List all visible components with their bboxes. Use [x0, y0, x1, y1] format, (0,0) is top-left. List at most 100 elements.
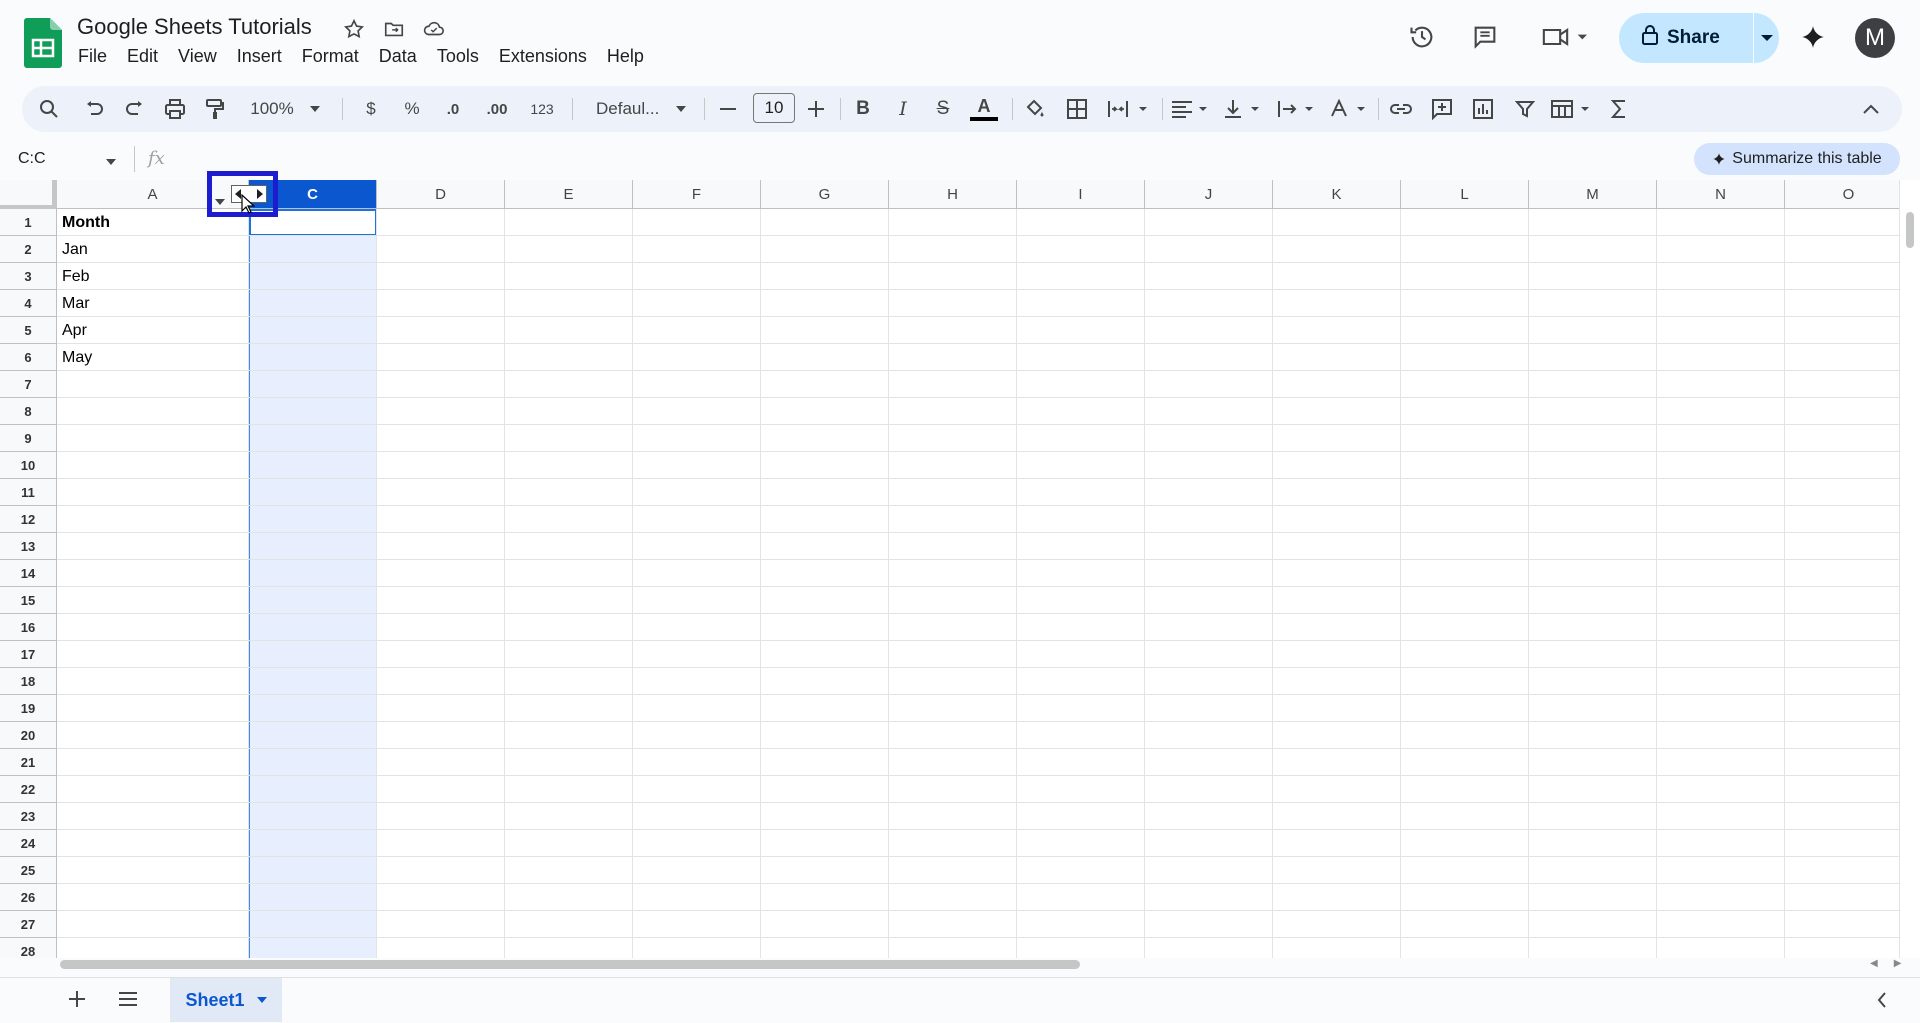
menu-format[interactable]: Format: [292, 44, 369, 69]
cell-a3[interactable]: Feb: [62, 263, 90, 290]
row-header[interactable]: 11: [0, 479, 57, 506]
search-menus-icon[interactable]: [32, 86, 66, 132]
redo-icon[interactable]: [119, 86, 149, 132]
column-header-h[interactable]: H: [889, 180, 1017, 209]
column-header-o[interactable]: O: [1785, 180, 1913, 209]
move-folder-icon[interactable]: [381, 16, 407, 42]
menu-data[interactable]: Data: [369, 44, 427, 69]
insert-comment-icon[interactable]: [1427, 86, 1457, 132]
functions-sigma-icon[interactable]: [1604, 86, 1634, 132]
cells-area[interactable]: Month Jan Feb Mar Apr May: [57, 209, 1900, 958]
version-history-icon[interactable]: [1405, 20, 1439, 54]
summarize-table-button[interactable]: Summarize this table: [1694, 143, 1900, 175]
insert-chart-icon[interactable]: [1468, 86, 1498, 132]
vertical-scrollbar[interactable]: [1899, 180, 1920, 958]
row-header[interactable]: 9: [0, 425, 57, 452]
menu-insert[interactable]: Insert: [227, 44, 292, 69]
column-header-m[interactable]: M: [1529, 180, 1657, 209]
column-header-d[interactable]: D: [377, 180, 505, 209]
row-header[interactable]: 21: [0, 749, 57, 776]
row-header[interactable]: 5: [0, 317, 57, 344]
name-box[interactable]: C:C: [18, 150, 46, 168]
row-header[interactable]: 3: [0, 263, 57, 290]
document-title[interactable]: Google Sheets Tutorials: [77, 14, 312, 40]
increase-font-size-icon[interactable]: [802, 86, 830, 132]
row-header[interactable]: 8: [0, 398, 57, 425]
collapse-toolbar-chevron-up-icon[interactable]: [1856, 86, 1886, 132]
decrease-font-size-icon[interactable]: [714, 86, 742, 132]
row-header[interactable]: 16: [0, 614, 57, 641]
row-header[interactable]: 18: [0, 668, 57, 695]
row-header[interactable]: 10: [0, 452, 57, 479]
column-header-i[interactable]: I: [1017, 180, 1145, 209]
horizontal-scroll-arrows[interactable]: ◀ ▶: [1870, 958, 1901, 969]
row-header[interactable]: 20: [0, 722, 57, 749]
cell-a2[interactable]: Jan: [62, 236, 88, 263]
menu-view[interactable]: View: [168, 44, 227, 69]
font-size-input[interactable]: 10: [753, 93, 795, 123]
italic-button[interactable]: I: [888, 86, 918, 132]
menu-edit[interactable]: Edit: [117, 44, 168, 69]
row-header[interactable]: 6: [0, 344, 57, 371]
name-box-chevron-down-icon[interactable]: [106, 152, 116, 170]
select-all-corner[interactable]: [0, 180, 57, 209]
table-view-icon[interactable]: [1550, 86, 1596, 132]
decrease-decimal-button[interactable]: .0: [435, 86, 471, 132]
insert-link-icon[interactable]: [1386, 86, 1416, 132]
column-header-j[interactable]: J: [1145, 180, 1273, 209]
share-dropdown-button[interactable]: [1754, 34, 1779, 42]
cell-a4[interactable]: Mar: [62, 290, 90, 317]
text-rotation-icon[interactable]: [1328, 86, 1370, 132]
bold-button[interactable]: B: [848, 86, 878, 132]
row-header[interactable]: 1: [0, 209, 57, 236]
font-chevron-down-icon[interactable]: [674, 86, 688, 132]
undo-icon[interactable]: [80, 86, 110, 132]
menu-extensions[interactable]: Extensions: [489, 44, 597, 69]
zoom-select[interactable]: 100%: [248, 86, 296, 132]
borders-icon[interactable]: [1062, 86, 1092, 132]
explore-collapse-chevron-left-icon[interactable]: [1877, 992, 1887, 1013]
menu-help[interactable]: Help: [597, 44, 654, 69]
row-header[interactable]: 7: [0, 371, 57, 398]
strikethrough-button[interactable]: S: [928, 86, 958, 132]
horizontal-scroll-thumb[interactable]: [60, 960, 1080, 969]
column-header-g[interactable]: G: [761, 180, 889, 209]
share-button[interactable]: Share: [1619, 13, 1753, 63]
menu-tools[interactable]: Tools: [427, 44, 489, 69]
column-header-l[interactable]: L: [1401, 180, 1529, 209]
row-header[interactable]: 12: [0, 506, 57, 533]
cell-a6[interactable]: May: [62, 344, 92, 371]
column-header-n[interactable]: N: [1657, 180, 1785, 209]
row-header[interactable]: 15: [0, 587, 57, 614]
meet-icon[interactable]: [1538, 20, 1594, 54]
fill-color-icon[interactable]: [1020, 86, 1050, 132]
vertical-align-icon[interactable]: [1222, 86, 1264, 132]
row-header[interactable]: 19: [0, 695, 57, 722]
filter-icon[interactable]: [1510, 86, 1540, 132]
sheet-tab-sheet1[interactable]: Sheet1: [170, 978, 282, 1022]
row-header[interactable]: 14: [0, 560, 57, 587]
row-header[interactable]: 2: [0, 236, 57, 263]
spreadsheet-grid[interactable]: A C D E F G H I J K L M N O 1 2 3 4 5 6 …: [0, 180, 1920, 958]
paint-format-icon[interactable]: [200, 86, 230, 132]
format-percent-button[interactable]: %: [397, 86, 427, 132]
cell-a5[interactable]: Apr: [62, 317, 87, 344]
increase-decimal-button[interactable]: .00: [477, 86, 517, 132]
scroll-left-icon[interactable]: ◀: [1870, 958, 1878, 969]
star-icon[interactable]: [341, 16, 367, 42]
column-header-f[interactable]: F: [633, 180, 761, 209]
sheets-logo[interactable]: [24, 18, 62, 68]
cloud-saved-icon[interactable]: [421, 16, 447, 42]
horizontal-align-icon[interactable]: [1170, 86, 1212, 132]
row-header[interactable]: 17: [0, 641, 57, 668]
merge-cells-icon[interactable]: [1104, 86, 1154, 132]
text-color-button[interactable]: A: [966, 86, 1002, 132]
row-header[interactable]: 27: [0, 911, 57, 938]
row-header[interactable]: 26: [0, 884, 57, 911]
row-header[interactable]: 25: [0, 857, 57, 884]
all-sheets-menu-icon[interactable]: [117, 990, 139, 1013]
row-header[interactable]: 23: [0, 803, 57, 830]
print-icon[interactable]: [160, 86, 190, 132]
zoom-chevron-down-icon[interactable]: [308, 86, 322, 132]
row-header[interactable]: 24: [0, 830, 57, 857]
